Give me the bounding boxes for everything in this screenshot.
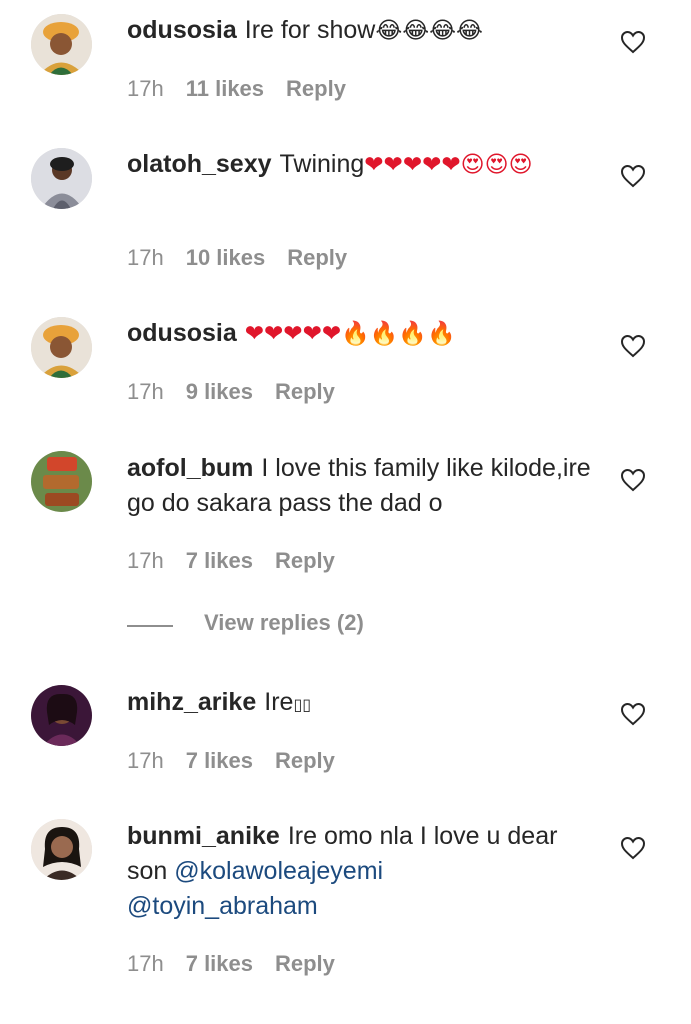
avatar[interactable] [31, 819, 92, 880]
comment-meta: 17h 10 likes Reply [127, 245, 369, 271]
reply-button[interactable]: Reply [275, 379, 335, 404]
comment-likes[interactable]: 7 likes [186, 748, 253, 773]
comment-time: 17h [127, 951, 164, 976]
heart-outline-icon[interactable] [620, 334, 646, 358]
comment-time: 17h [127, 76, 164, 101]
comment-username[interactable]: mihz_arike [127, 688, 256, 716]
comment-text: bunmi_anike Ire omo nla I love u dear son… [127, 819, 597, 924]
comment-username[interactable]: bunmi_anike [127, 822, 280, 850]
comment-time: 17h [127, 548, 164, 573]
comment-likes[interactable]: 9 likes [186, 379, 253, 404]
mention-link[interactable]: @kolawoleajeyemi [174, 857, 383, 885]
view-replies-label: View replies (2) [204, 610, 364, 635]
heart-outline-icon[interactable] [620, 468, 646, 492]
comment-likes[interactable]: 7 likes [186, 951, 253, 976]
reply-button[interactable]: Reply [286, 76, 346, 101]
comment-emoji: ❤❤❤❤❤😍😍😍 [364, 152, 533, 178]
comment-meta: 17h 9 likes Reply [127, 379, 357, 405]
comment-username[interactable]: odusosia [127, 319, 237, 347]
comment-username[interactable]: odusosia [127, 16, 237, 44]
heart-outline-icon[interactable] [620, 30, 646, 54]
comment-time: 17h [127, 245, 164, 270]
comment-body: Ire [264, 688, 294, 716]
avatar[interactable] [31, 14, 92, 75]
comment-emoji: ▯▯ [293, 695, 312, 714]
comment-likes[interactable]: 10 likes [186, 245, 266, 270]
comment-text: odusosia Ire for show😂😂😂😂 [127, 13, 597, 49]
reply-button[interactable]: Reply [287, 245, 347, 270]
comment-likes[interactable]: 7 likes [186, 548, 253, 573]
comment-body: Twining [279, 150, 365, 178]
comment-text: aofol_bum I love this family like kilode,… [127, 451, 597, 521]
reply-button[interactable]: Reply [275, 748, 335, 773]
comment-meta: 17h 7 likes Reply [127, 548, 357, 574]
comment-emoji: ❤❤❤❤❤🔥🔥🔥🔥 [244, 321, 456, 347]
comment-time: 17h [127, 379, 164, 404]
comment-meta: 17h 11 likes Reply [127, 76, 368, 102]
comment-username[interactable]: aofol_bum [127, 454, 253, 482]
avatar[interactable] [31, 685, 92, 746]
comment-meta: 17h 7 likes Reply [127, 748, 357, 774]
comment-text: mihz_arike Ire▯▯ [127, 685, 597, 722]
comment-time: 17h [127, 748, 164, 773]
avatar[interactable] [31, 317, 92, 378]
heart-outline-icon[interactable] [620, 702, 646, 726]
comment-meta: 17h 7 likes Reply [127, 951, 357, 977]
avatar[interactable] [31, 451, 92, 512]
comment-emoji: 😂😂😂😂 [375, 18, 483, 44]
comment-body: Ire for show [244, 16, 376, 44]
comment-text: olatoh_sexy Twining❤❤❤❤❤😍😍😍 [127, 147, 597, 183]
comment-username[interactable]: olatoh_sexy [127, 150, 272, 178]
avatar[interactable] [31, 148, 92, 209]
mention-link[interactable]: @toyin_abraham [127, 892, 318, 920]
comment-likes[interactable]: 11 likes [186, 76, 264, 101]
replies-divider [127, 625, 173, 627]
heart-outline-icon[interactable] [620, 836, 646, 860]
reply-button[interactable]: Reply [275, 951, 335, 976]
comment-text: odusosia ❤❤❤❤❤🔥🔥🔥🔥 [127, 316, 597, 352]
reply-button[interactable]: Reply [275, 548, 335, 573]
heart-outline-icon[interactable] [620, 164, 646, 188]
